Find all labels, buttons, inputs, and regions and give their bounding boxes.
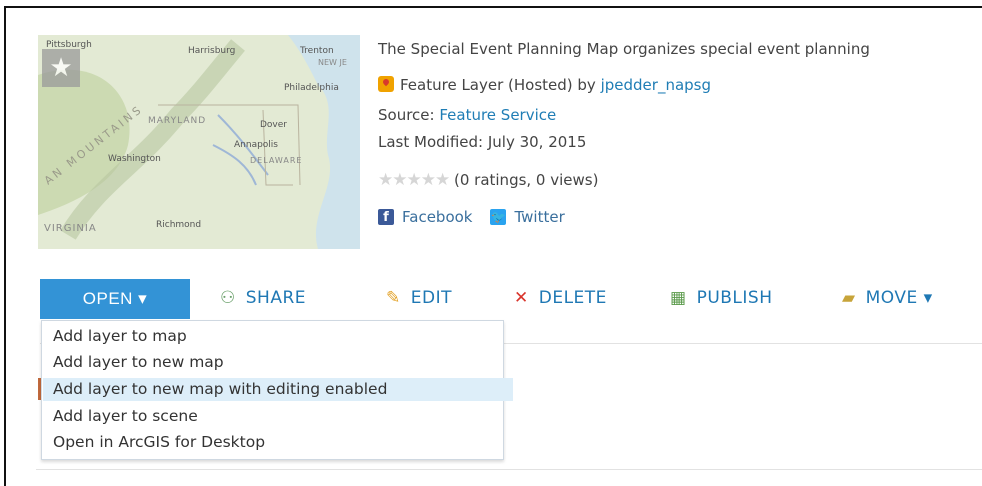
map-thumbnail-image: Pittsburgh Harrisburg Trenton NEW JE Phi… (38, 35, 360, 249)
section-divider (36, 469, 982, 470)
open-button[interactable]: OPEN ▾ (40, 279, 190, 319)
facebook-icon[interactable]: f (378, 209, 394, 225)
map-label: Trenton (299, 46, 334, 56)
pencil-icon: ✎ (386, 288, 401, 308)
menu-item-add-layer-to-map[interactable]: Add layer to map (43, 325, 187, 348)
share-button[interactable]: ⚇ SHARE (220, 288, 306, 308)
item-source-row: Source: Feature Service (378, 106, 556, 124)
item-thumbnail: Pittsburgh Harrisburg Trenton NEW JE Phi… (38, 35, 360, 249)
publish-label: PUBLISH (696, 288, 773, 308)
open-dropdown-menu: Add layer to map Add layer to new map Ad… (41, 320, 513, 460)
map-label: Annapolis (234, 140, 278, 150)
move-label: MOVE ▾ (865, 288, 933, 308)
delete-x-icon: ✕ (514, 288, 529, 308)
edit-button[interactable]: ✎ EDIT (386, 288, 452, 308)
source-link[interactable]: Feature Service (439, 106, 556, 124)
menu-item-open-in-arcgis-desktop[interactable]: Open in ArcGIS for Desktop (43, 431, 265, 454)
map-label: DELAWARE (250, 156, 302, 165)
delete-button[interactable]: ✕ DELETE (514, 288, 607, 308)
item-type-label: Feature Layer (Hosted) by (400, 76, 601, 94)
rating-text: (0 ratings, 0 views) (453, 171, 599, 189)
delete-label: DELETE (538, 288, 607, 308)
facebook-link[interactable]: Facebook (402, 208, 472, 226)
map-label: Richmond (156, 220, 201, 230)
share-label: SHARE (245, 288, 307, 308)
social-share-row: f Facebook 🐦 Twitter (378, 208, 565, 226)
twitter-icon[interactable]: 🐦 (490, 209, 507, 225)
map-label: Philadelphia (284, 83, 339, 93)
menu-item-add-layer-new-map-editing[interactable]: Add layer to new map with editing enable… (43, 378, 513, 401)
map-label: VIRGINIA (44, 223, 97, 234)
publish-button[interactable]: ▦ PUBLISH (670, 288, 772, 308)
map-label: Harrisburg (188, 46, 235, 56)
item-type-row: Feature Layer (Hosted) by jpedder_napsg (378, 76, 711, 94)
source-label: Source: (378, 106, 440, 124)
rating-row: ★★★★★ (0 ratings, 0 views) (378, 170, 598, 190)
move-button[interactable]: ▰ MOVE ▾ (842, 288, 933, 308)
favorite-star-icon[interactable]: ★ (42, 49, 80, 87)
edit-label: EDIT (410, 288, 452, 308)
folder-icon: ▰ (842, 288, 856, 308)
map-label: MARYLAND (148, 116, 206, 126)
owner-link[interactable]: jpedder_napsg (601, 76, 711, 94)
menu-item-add-layer-to-new-map[interactable]: Add layer to new map (43, 351, 224, 374)
share-icon: ⚇ (220, 288, 236, 308)
map-label: Dover (260, 120, 287, 130)
map-label: Washington (108, 154, 161, 164)
menu-item-add-layer-to-scene[interactable]: Add layer to scene (43, 405, 198, 428)
map-label: NEW JE (318, 58, 347, 67)
publish-icon: ▦ (670, 288, 687, 308)
feature-layer-icon (378, 76, 394, 92)
twitter-link[interactable]: Twitter (514, 208, 564, 226)
rating-stars-icon[interactable]: ★★★★★ (378, 170, 450, 190)
last-modified: Last Modified: July 30, 2015 (378, 133, 587, 151)
item-description: The Special Event Planning Map organizes… (378, 40, 870, 58)
item-toolbar: OPEN ▾ ⚇ SHARE ✎ EDIT ✕ DELETE ▦ PUBLISH ▰ MO… (40, 279, 982, 319)
